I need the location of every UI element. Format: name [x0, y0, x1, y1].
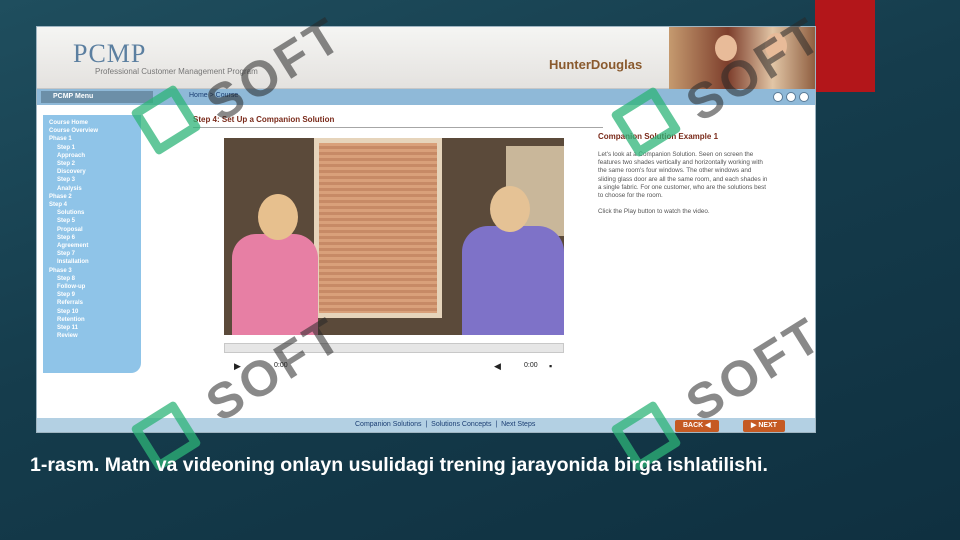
- app-logo[interactable]: PCMP: [73, 39, 146, 69]
- footer-links: Companion Solutions | Solutions Concepts…: [355, 421, 536, 428]
- help-icon[interactable]: [773, 92, 783, 102]
- title-divider: [193, 127, 603, 128]
- sidebar-item[interactable]: Review: [49, 332, 135, 340]
- step-title: Step 4: Set Up a Companion Solution: [193, 115, 335, 124]
- sidebar-item[interactable]: Course Home: [49, 119, 135, 127]
- video-person-right-head: [490, 186, 530, 232]
- next-button[interactable]: ▶ NEXT: [743, 420, 785, 432]
- sidebar-item[interactable]: Step 8: [49, 275, 135, 283]
- sidebar-item[interactable]: Step 4: [49, 201, 135, 209]
- sidebar-item[interactable]: Solutions: [49, 209, 135, 217]
- caption-body: Let's look at a Companion Solution. Seen…: [598, 151, 768, 217]
- video-person-right: [452, 186, 564, 335]
- caption-hint: Click the Play button to watch the video…: [598, 208, 710, 216]
- sidebar-item[interactable]: Discovery: [49, 168, 135, 176]
- sidebar-item[interactable]: Step 7: [49, 250, 135, 258]
- video-frame-window-shade: [314, 138, 442, 318]
- video-person-left: [224, 194, 319, 335]
- footer-link[interactable]: Next Steps: [501, 421, 535, 428]
- fullscreen-icon[interactable]: ▪: [549, 361, 552, 371]
- sidebar-item[interactable]: Step 6: [49, 234, 135, 242]
- sidebar-item[interactable]: Retention: [49, 316, 135, 324]
- video-player[interactable]: [224, 138, 564, 335]
- sidebar-item[interactable]: Installation: [49, 258, 135, 266]
- sidebar-item[interactable]: Step 9: [49, 291, 135, 299]
- close-icon[interactable]: [799, 92, 809, 102]
- sidebar-item[interactable]: Step 2: [49, 160, 135, 168]
- footer-link[interactable]: Companion Solutions: [355, 421, 422, 428]
- caption-text: Let's look at a Companion Solution. Seen…: [598, 151, 768, 200]
- sidebar-item[interactable]: Step 10: [49, 308, 135, 316]
- sidebar-item[interactable]: Course Overview: [49, 127, 135, 135]
- nav-icons: [773, 92, 809, 102]
- video-person-left-head: [258, 194, 298, 240]
- sidebar-item[interactable]: Phase 2: [49, 193, 135, 201]
- sidebar-item[interactable]: Follow-up: [49, 283, 135, 291]
- time-total: 0:00: [524, 362, 538, 369]
- print-icon[interactable]: [786, 92, 796, 102]
- sidebar-item[interactable]: Referrals: [49, 299, 135, 307]
- next-button-label: NEXT: [758, 422, 777, 429]
- sidebar-item[interactable]: Step 5: [49, 217, 135, 225]
- sidebar-item[interactable]: Step 1: [49, 144, 135, 152]
- brand-logo: HunterDouglas: [549, 57, 643, 72]
- sidebar-item[interactable]: Phase 3: [49, 267, 135, 275]
- course-sidebar: Course Home Course Overview Phase 1 Step 1A…: [43, 115, 141, 373]
- sidebar-item[interactable]: Proposal: [49, 226, 135, 234]
- sidebar-item[interactable]: Step 3: [49, 176, 135, 184]
- pcmp-menu-label[interactable]: PCMP Menu: [41, 91, 153, 103]
- volume-icon[interactable]: ◀: [494, 361, 501, 372]
- sidebar-item[interactable]: Step 11: [49, 324, 135, 332]
- sidebar-item[interactable]: Analysis: [49, 185, 135, 193]
- sidebar-item[interactable]: Agreement: [49, 242, 135, 250]
- sidebar-item[interactable]: Approach: [49, 152, 135, 160]
- slide-caption: 1-rasm. Matn va videoning onlayn usulida…: [30, 454, 768, 476]
- footer-link[interactable]: Solutions Concepts: [431, 421, 491, 428]
- sidebar-item[interactable]: Phase 1: [49, 135, 135, 143]
- video-person-right-body: [462, 226, 564, 335]
